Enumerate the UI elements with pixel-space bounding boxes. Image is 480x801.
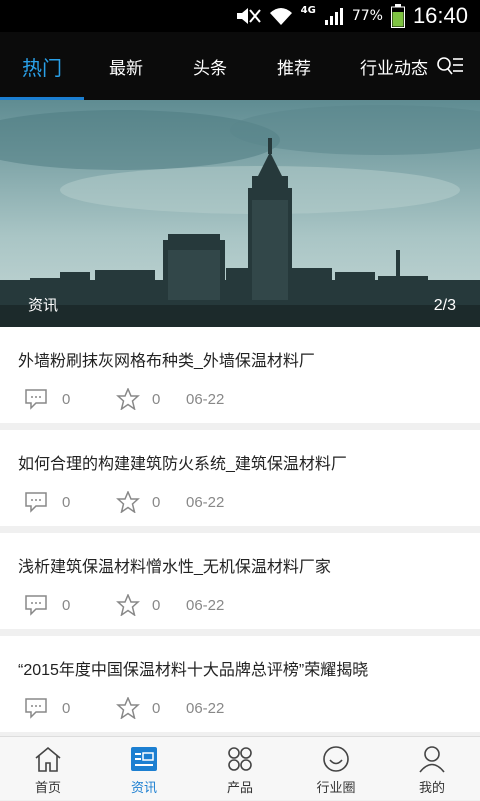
home-icon: [35, 746, 61, 772]
news-date: 06-22: [186, 493, 225, 511]
comment-count: 0: [62, 493, 71, 511]
comment-count: 0: [62, 699, 71, 717]
banner-carousel[interactable]: 资讯 2/3: [0, 100, 480, 327]
news-icon: [131, 747, 157, 771]
clock: 16:40: [412, 3, 468, 28]
news-item[interactable]: 如何合理的构建建筑防火系统_建筑保温材料厂 0 0 06-22: [0, 430, 480, 526]
news-title[interactable]: “2015年度中国保温材料十大品牌总评榜”荣耀揭晓: [18, 656, 368, 680]
news-title[interactable]: 浅析建筑保温材料憎水性_无机保温材料厂家: [18, 553, 331, 577]
nav-home[interactable]: 首页: [0, 737, 96, 801]
products-icon: [228, 747, 252, 771]
news-item[interactable]: “2015年度中国保温材料十大品牌总评榜”荣耀揭晓 0 0 06-22: [0, 636, 480, 732]
news-meta: 0 0 06-22: [24, 593, 224, 617]
favorite-count: 0: [152, 390, 161, 408]
banner-caption: 资讯: [28, 297, 59, 314]
star-icon[interactable]: [116, 594, 140, 616]
news-title[interactable]: 如何合理的构建建筑防火系统_建筑保温材料厂: [18, 450, 347, 474]
news-date: 06-22: [186, 699, 225, 717]
comment-icon[interactable]: [24, 697, 48, 719]
tab-industry-news[interactable]: 行业动态: [352, 32, 436, 100]
nav-products-label: 产品: [226, 780, 253, 795]
community-icon: [323, 746, 349, 772]
banner-image: [0, 100, 480, 327]
mute-icon: [236, 8, 261, 24]
tab-headlines[interactable]: 头条: [168, 32, 252, 100]
favorite-count: 0: [152, 596, 161, 614]
battery-icon: [390, 4, 405, 28]
star-icon[interactable]: [116, 388, 140, 410]
nav-community[interactable]: 行业圈: [288, 737, 384, 801]
tab-latest[interactable]: 最新: [84, 32, 168, 100]
category-tab-bar: 热门 最新 头条 推荐 行业动态: [0, 32, 480, 100]
network-type: 4G: [300, 4, 316, 16]
news-title[interactable]: 外墙粉刷抹灰网格布种类_外墙保温材料厂: [18, 347, 315, 371]
nav-profile[interactable]: 我的: [384, 737, 480, 801]
comment-icon[interactable]: [24, 491, 48, 513]
tab-hot[interactable]: 热门: [0, 32, 84, 100]
favorite-count: 0: [152, 493, 161, 511]
news-item[interactable]: 浅析建筑保温材料憎水性_无机保温材料厂家 0 0 06-22: [0, 533, 480, 629]
status-right: 4G 77% 16:40: [235, 0, 468, 32]
comment-icon[interactable]: [24, 388, 48, 410]
news-meta: 0 0 06-22: [24, 696, 224, 720]
star-icon[interactable]: [116, 697, 140, 719]
status-bar: 4G 77% 16:40: [0, 0, 480, 32]
category-menu-icon[interactable]: [436, 54, 464, 78]
signal-icon: [324, 8, 343, 25]
comment-count: 0: [62, 596, 71, 614]
wifi-icon: [269, 8, 292, 25]
favorite-count: 0: [152, 699, 161, 717]
news-item[interactable]: 外墙粉刷抹灰网格布种类_外墙保温材料厂 0 0 06-22: [0, 327, 480, 423]
banner-page-counter: 2/3: [433, 297, 456, 314]
nav-news-label: 资讯: [130, 780, 157, 795]
bottom-navigation: 首页 资讯 产品 行业圈 我的: [0, 736, 480, 800]
nav-profile-label: 我的: [418, 780, 445, 795]
nav-news[interactable]: 资讯: [96, 737, 192, 801]
nav-community-label: 行业圈: [316, 780, 356, 795]
news-meta: 0 0 06-22: [24, 490, 224, 514]
comment-count: 0: [62, 390, 71, 408]
nav-products[interactable]: 产品: [192, 737, 288, 801]
profile-icon: [419, 746, 445, 773]
nav-home-label: 首页: [34, 780, 61, 795]
tab-recommended[interactable]: 推荐: [252, 32, 336, 100]
star-icon[interactable]: [116, 491, 140, 513]
news-meta: 0 0 06-22: [24, 387, 224, 411]
battery-percent: 77%: [351, 8, 383, 24]
news-date: 06-22: [186, 596, 225, 614]
comment-icon[interactable]: [24, 594, 48, 616]
news-date: 06-22: [186, 390, 225, 408]
